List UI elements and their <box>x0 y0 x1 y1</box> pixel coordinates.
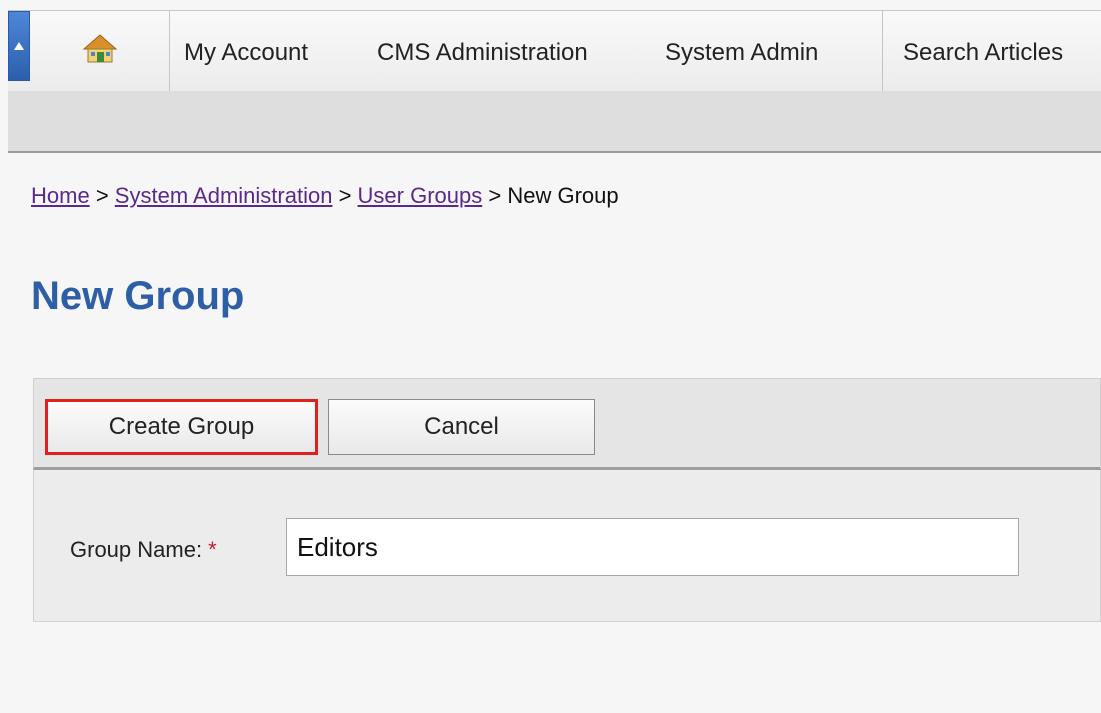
home-icon <box>82 34 118 63</box>
group-form: Group Name: * <box>33 470 1101 622</box>
breadcrumb-current: New Group <box>507 183 619 208</box>
nav-search-articles[interactable]: Search Articles <box>903 11 1063 91</box>
action-toolbar: Create Group Cancel <box>33 378 1101 470</box>
collapse-button[interactable] <box>8 11 30 81</box>
breadcrumb-separator: > <box>95 183 109 208</box>
group-name-label-text: Group Name: <box>70 537 203 562</box>
required-marker: * <box>208 537 217 562</box>
group-name-input[interactable] <box>286 518 1019 576</box>
breadcrumb: Home > System Administration > User Grou… <box>31 183 619 209</box>
group-name-label: Group Name: * <box>70 537 217 563</box>
breadcrumb-separator: > <box>338 183 352 208</box>
create-group-button[interactable]: Create Group <box>45 399 318 455</box>
breadcrumb-home[interactable]: Home <box>31 183 90 208</box>
nav-divider <box>882 11 883 91</box>
breadcrumb-separator: > <box>488 183 502 208</box>
nav-system-admin[interactable]: System Admin <box>665 11 818 91</box>
cancel-button[interactable]: Cancel <box>328 399 595 455</box>
nav-my-account[interactable]: My Account <box>184 11 308 91</box>
top-navigation: My Account CMS Administration System Adm… <box>8 10 1101 92</box>
breadcrumb-user-groups[interactable]: User Groups <box>358 183 483 208</box>
breadcrumb-system-administration[interactable]: System Administration <box>115 183 333 208</box>
home-button[interactable] <box>38 11 170 91</box>
nav-cms-administration[interactable]: CMS Administration <box>377 11 588 91</box>
page-title: New Group <box>31 274 245 318</box>
collapse-up-icon <box>14 42 24 50</box>
sub-navigation-bar <box>8 91 1101 153</box>
